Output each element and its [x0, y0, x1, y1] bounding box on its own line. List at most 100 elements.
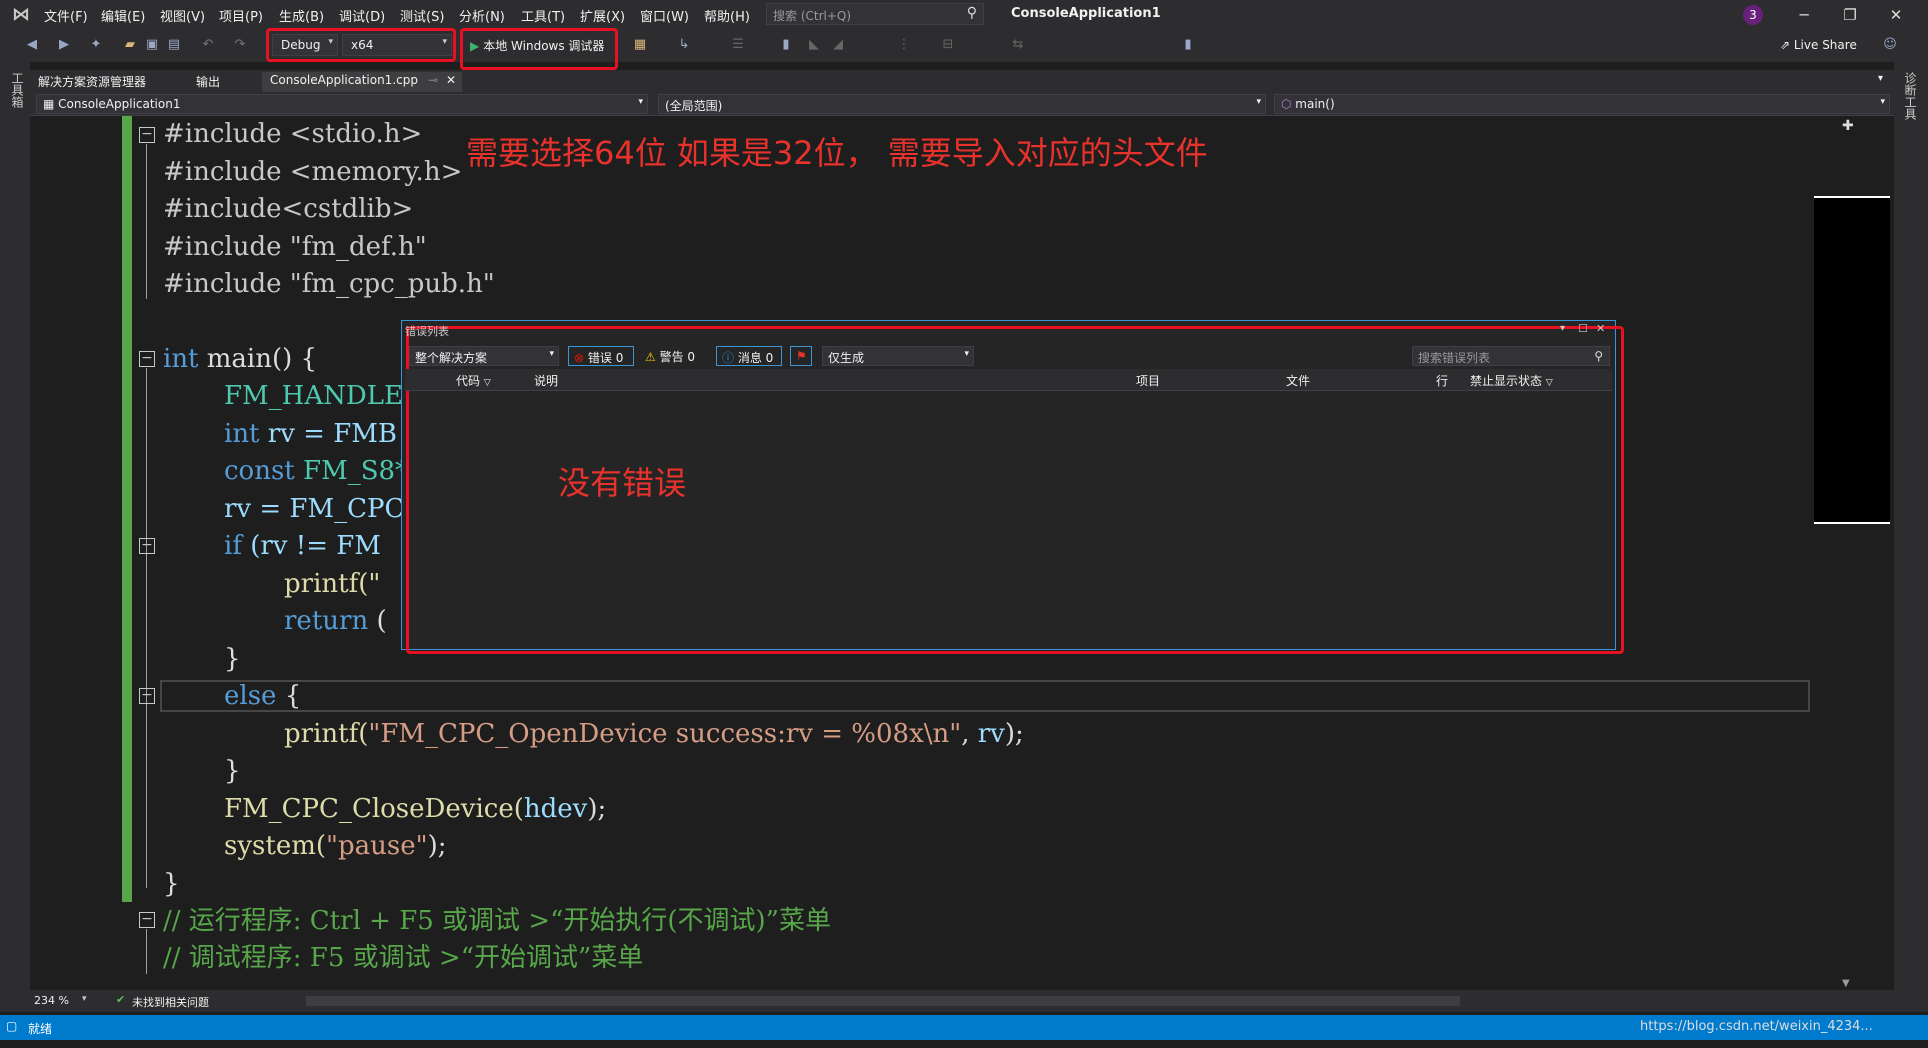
error-search-input[interactable]: 搜索错误列表 ⚲ [1412, 346, 1610, 366]
undo-icon[interactable]: ↶ [200, 36, 216, 54]
collapse-icon[interactable]: − [139, 127, 155, 143]
bookmark-prev-icon[interactable]: ◣ [806, 36, 822, 54]
collapse-icon[interactable]: − [139, 351, 155, 367]
warnings-toggle[interactable]: ⚠ 警告 0 [640, 346, 706, 366]
scope-value: (全局范围) [665, 99, 723, 113]
code-line: } [224, 754, 241, 788]
column-code[interactable]: 代码 ▽ [456, 372, 491, 389]
start-debugging-button[interactable]: ▶ 本地 Windows 调试器 [466, 34, 608, 62]
member-dropdown[interactable]: ⬡ main() ▾ [1274, 94, 1890, 114]
scroll-down-icon[interactable]: ▼ [1842, 978, 1850, 989]
filter-arrow-icon: ▽ [1545, 378, 1553, 388]
browse-icon[interactable]: ▦ [632, 36, 648, 54]
scope-filter-dropdown[interactable]: 整个解决方案 ▾ [409, 346, 559, 366]
back-icon[interactable]: ◀ [24, 36, 40, 54]
live-share-button[interactable]: ⇗ Live Share [1780, 38, 1857, 52]
minimap-viewport[interactable] [1814, 196, 1890, 524]
menu-analyze[interactable]: 分析(N) [459, 6, 505, 25]
platform-dropdown[interactable]: x64 ▾ [342, 34, 452, 56]
include-directive: #include <memory.h> [163, 157, 463, 187]
indent-icon[interactable]: ☰ [730, 36, 746, 54]
project-dropdown[interactable]: ▦ ConsoleApplication1 ▾ [36, 94, 648, 114]
tab-overflow-icon[interactable]: ▾ [1878, 73, 1883, 84]
column-suppression[interactable]: 禁止显示状态 ▽ [1470, 372, 1553, 389]
zoom-level[interactable]: 234 % [34, 994, 69, 1007]
current-line-highlight [160, 680, 1810, 712]
collapse-icon[interactable]: − [139, 912, 155, 928]
filter-icon[interactable]: ⚑ [790, 346, 812, 366]
build-filter-dropdown[interactable]: 仅生成 ▾ [822, 346, 974, 366]
panel-dropdown-icon[interactable]: ▾ [1560, 323, 1565, 334]
menu-test[interactable]: 测试(S) [400, 6, 444, 25]
menu-view[interactable]: 视图(V) [160, 6, 205, 25]
chevron-down-icon[interactable]: ▾ [82, 994, 87, 1004]
new-project-icon[interactable]: ✦ [88, 36, 104, 54]
menu-window[interactable]: 窗口(W) [640, 6, 689, 25]
code-line: // 运行程序: Ctrl + F5 或调试 >“开始执行(不调试)”菜单 [163, 904, 831, 938]
close-button[interactable]: ✕ [1878, 4, 1914, 26]
annotation-text: 需要选择64位 如果是32位， 需要导入对应的头文件 [466, 134, 1208, 172]
save-all-icon[interactable]: ▤ [166, 36, 182, 54]
diagnostics-tab[interactable]: 诊断工具 [1902, 72, 1919, 120]
search-icon: ⚲ [966, 5, 977, 21]
menu-edit[interactable]: 编辑(E) [101, 6, 145, 25]
column-description[interactable]: 说明 [534, 372, 558, 389]
tab-file-label[interactable]: ConsoleApplication1.cpp [270, 73, 418, 87]
bookmark-icon[interactable]: ▮ [778, 36, 794, 54]
menu-build[interactable]: 生成(B) [279, 6, 324, 25]
code-text: rv = FM_CPC_ [224, 494, 418, 524]
menu-debug[interactable]: 调试(D) [339, 6, 385, 25]
code-line: rv = FM_CPC_ [224, 492, 417, 526]
menu-help[interactable]: 帮助(H) [704, 6, 750, 25]
build-filter-value: 仅生成 [828, 351, 865, 365]
comment-icon[interactable]: ⊟ [940, 36, 956, 54]
step-icon[interactable]: ↳ [676, 36, 692, 54]
config-dropdown[interactable]: Debug ▾ [272, 34, 338, 56]
notification-badge[interactable]: 3 [1743, 5, 1763, 25]
messages-count: 消息 0 [737, 351, 774, 365]
collapse-icon[interactable]: − [139, 688, 155, 704]
scope-dropdown[interactable]: (全局范围) ▾ [658, 94, 1266, 114]
bookmark-next-icon[interactable]: ◢ [830, 36, 846, 54]
split-icon[interactable]: ✚ [1842, 118, 1854, 134]
menu-extensions[interactable]: 扩展(X) [580, 6, 625, 25]
format-icon[interactable]: ⋮ [896, 36, 912, 54]
tab-close-icon[interactable]: ✕ [446, 73, 456, 87]
panel-close-icon[interactable]: ✕ [1596, 322, 1605, 335]
errors-toggle[interactable]: ⊗ 错误 0 [568, 346, 634, 366]
search-input[interactable]: 搜索 (Ctrl+Q) ⚲ [766, 3, 984, 25]
pin-icon[interactable]: ⊸ [428, 73, 438, 87]
maximize-button[interactable]: ❐ [1832, 4, 1868, 26]
tab-solution-explorer[interactable]: 解决方案资源管理器 [38, 73, 146, 90]
function-icon: ⬡ [1281, 97, 1296, 111]
messages-toggle[interactable]: ⓘ 消息 0 [716, 346, 782, 366]
column-project[interactable]: 项目 [1136, 372, 1160, 389]
menu-tools[interactable]: 工具(T) [521, 6, 565, 25]
issues-status[interactable]: 未找到相关问题 [132, 994, 209, 1010]
column-file[interactable]: 文件 [1286, 372, 1310, 389]
save-icon[interactable]: ▣ [144, 36, 160, 54]
forward-icon[interactable]: ▶ [56, 36, 72, 54]
error-list-title: 错误列表 [405, 325, 449, 338]
chevron-down-icon: ▾ [1880, 97, 1885, 107]
navigate-icon[interactable]: ⇆ [1010, 36, 1026, 54]
column-line[interactable]: 行 [1436, 372, 1448, 389]
horizontal-scrollbar[interactable] [306, 996, 1460, 1006]
menu-file[interactable]: 文件(F) [44, 6, 88, 25]
toolbox-tab[interactable]: 工具箱 [9, 72, 26, 108]
menu-project[interactable]: 项目(P) [219, 6, 263, 25]
code-text: } [224, 644, 241, 674]
collapse-icon[interactable]: − [139, 538, 155, 554]
tab-output[interactable]: 输出 [196, 73, 220, 90]
include-directive: #include "fm_cpc_pub.h" [163, 269, 495, 299]
redo-icon[interactable]: ↷ [232, 36, 248, 54]
code-line: #include "fm_cpc_pub.h" [163, 267, 495, 301]
open-folder-icon[interactable]: ▰ [122, 36, 138, 54]
column-code-label: 代码 [456, 374, 481, 388]
check-icon: ✔ [116, 993, 126, 1006]
bookmark2-icon[interactable]: ▮ [1180, 36, 1196, 54]
minimize-button[interactable]: ─ [1786, 4, 1822, 26]
code-line: int rv = FMB [224, 417, 397, 451]
feedback-icon[interactable]: ☺ [1882, 36, 1898, 54]
panel-maximize-icon[interactable]: ☐ [1578, 322, 1588, 335]
